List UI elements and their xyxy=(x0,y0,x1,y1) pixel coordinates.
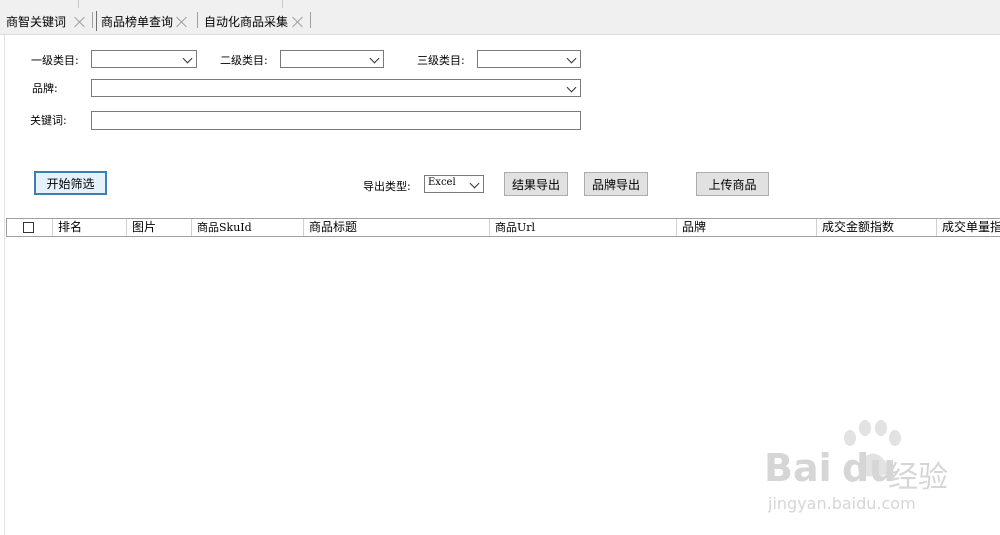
column-header-brand[interactable]: 品牌 xyxy=(677,219,817,236)
select-all-checkbox[interactable] xyxy=(23,222,34,233)
upload-products-button[interactable]: 上传商品 xyxy=(696,172,769,196)
column-header-title[interactable]: 商品标题 xyxy=(304,219,490,236)
brand-label: 品牌: xyxy=(32,82,58,95)
chevron-down-icon xyxy=(369,53,380,64)
category1-select[interactable] xyxy=(91,50,197,68)
select-all-column xyxy=(7,219,53,236)
tab-label: 商智关键词 xyxy=(6,14,67,29)
strip-divider xyxy=(78,0,79,8)
tab-label: 自动化商品采集 xyxy=(204,14,289,29)
tab-product-ranking[interactable]: 商品榜单查询 xyxy=(96,11,192,31)
chevron-down-icon xyxy=(469,178,480,189)
category3-select[interactable] xyxy=(477,50,581,68)
close-icon[interactable] xyxy=(74,16,86,28)
close-icon[interactable] xyxy=(176,16,188,28)
start-filter-button[interactable]: 开始筛选 xyxy=(34,171,107,195)
close-icon[interactable] xyxy=(292,16,304,28)
baidu-jingyan-watermark: Bai du 经验 jingyan.baidu.com xyxy=(760,420,960,520)
tab-bar: 商智关键词 商品榜单查询 自动化商品采集 xyxy=(0,8,1000,35)
export-type-label: 导出类型: xyxy=(363,180,411,193)
category2-label: 二级类目: xyxy=(220,54,268,67)
column-header-gmv-index[interactable]: 成交金额指数 xyxy=(817,219,937,236)
tab-shangzhi-keywords[interactable]: 商智关键词 xyxy=(2,11,90,31)
column-header-image[interactable]: 图片 xyxy=(127,219,192,236)
strip-divider xyxy=(282,0,283,8)
category1-label: 一级类目: xyxy=(31,54,79,67)
watermark-url: jingyan.baidu.com xyxy=(768,494,916,513)
tab-divider xyxy=(197,12,198,28)
column-header-rank[interactable]: 排名 xyxy=(53,219,127,236)
chevron-down-icon xyxy=(566,53,577,64)
tab-label: 商品榜单查询 xyxy=(101,14,174,29)
tab-divider xyxy=(310,12,311,28)
keyword-input[interactable] xyxy=(91,111,581,130)
tab-divider xyxy=(92,12,93,28)
window-top-strip xyxy=(0,0,1000,8)
export-type-value: Excel xyxy=(428,177,456,188)
watermark-brand: Bai xyxy=(764,446,832,490)
column-header-url[interactable]: 商品Url xyxy=(490,219,677,236)
brand-select[interactable] xyxy=(91,79,581,97)
results-grid-header: 排名 图片 商品SkuId 商品标题 商品Url 品牌 成交金额指数 成交单量指 xyxy=(6,218,1000,237)
column-header-order-index[interactable]: 成交单量指 xyxy=(937,219,1000,236)
tab-auto-product-collect[interactable]: 自动化商品采集 xyxy=(200,11,308,31)
chevron-down-icon xyxy=(182,53,193,64)
export-results-button[interactable]: 结果导出 xyxy=(504,172,568,196)
category3-label: 三级类目: xyxy=(417,54,465,67)
category2-select[interactable] xyxy=(280,50,384,68)
watermark-suffix: 经验 xyxy=(888,460,948,495)
keyword-label: 关键词: xyxy=(30,114,67,127)
chevron-down-icon xyxy=(566,82,577,93)
export-type-select[interactable]: Excel xyxy=(424,175,484,193)
column-header-sku-id[interactable]: 商品SkuId xyxy=(192,219,304,236)
export-brand-button[interactable]: 品牌导出 xyxy=(584,172,648,196)
